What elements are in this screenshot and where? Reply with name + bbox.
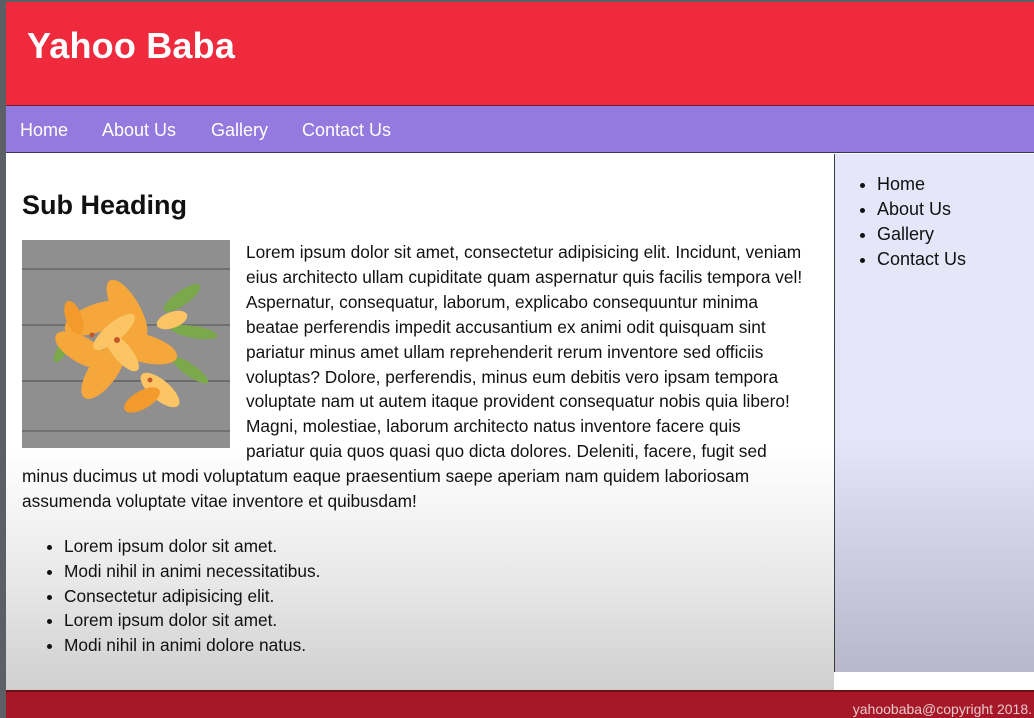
- sidebar-nav: Home About Us Gallery Contact Us: [877, 172, 966, 272]
- flower-image-graphic: [22, 240, 230, 448]
- nav-link-gallery[interactable]: Gallery: [211, 119, 268, 141]
- sub-heading: Sub Heading: [22, 190, 188, 220]
- web-page: Yahoo Baba Home About Us Gallery Contact…: [6, 2, 1034, 718]
- copyright-text: yahoobaba@copyright 2018.: [852, 701, 1032, 717]
- bullet-list: Lorem ipsum dolor sit amet. Modi nihil i…: [64, 534, 320, 658]
- list-item: Lorem ipsum dolor sit amet.: [64, 608, 320, 633]
- list-item: Lorem ipsum dolor sit amet.: [64, 534, 320, 559]
- nav-link-home[interactable]: Home: [20, 119, 68, 141]
- list-item: Modi nihil in animi necessitatibus.: [64, 559, 320, 584]
- site-title: Yahoo Baba: [27, 25, 236, 66]
- main-content: Sub Heading Lorem ipsum dolor sit amet, …: [6, 154, 834, 690]
- sidebar-item-about-us[interactable]: About Us: [877, 197, 966, 222]
- sidebar-item-contact-us[interactable]: Contact Us: [877, 247, 966, 272]
- list-item: Consectetur adipisicing elit.: [64, 584, 320, 609]
- flower-photo: [22, 240, 230, 448]
- list-item: Modi nihil in animi dolore natus.: [64, 633, 320, 658]
- sidebar: Home About Us Gallery Contact Us: [834, 154, 1034, 672]
- sidebar-item-home[interactable]: Home: [877, 172, 966, 197]
- site-footer: yahoobaba@copyright 2018.: [6, 690, 1034, 718]
- sidebar-item-gallery[interactable]: Gallery: [877, 222, 966, 247]
- nav-link-contact-us[interactable]: Contact Us: [302, 119, 391, 141]
- site-header: Yahoo Baba: [6, 2, 1034, 106]
- nav-link-about-us[interactable]: About Us: [102, 119, 176, 141]
- top-nav: Home About Us Gallery Contact Us: [6, 106, 1034, 153]
- article: Lorem ipsum dolor sit amet, consectetur …: [22, 240, 804, 514]
